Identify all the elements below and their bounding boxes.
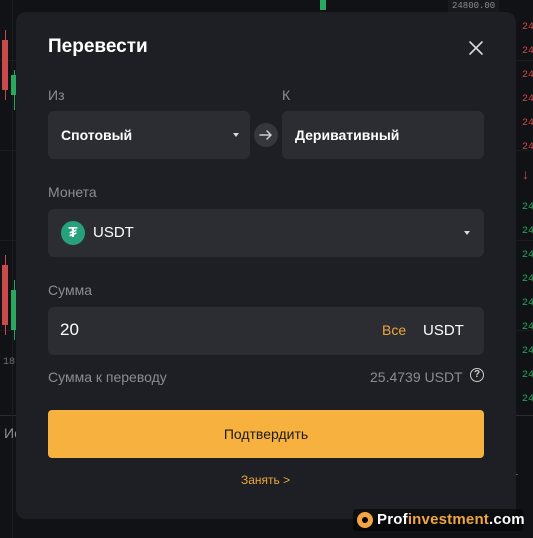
- watermark-suffix: .com: [489, 511, 525, 528]
- price-axis-label: 24: [522, 22, 533, 33]
- watermark-accent: investment: [407, 511, 490, 528]
- price-axis-label: 24: [522, 226, 533, 237]
- watermark: Profinvestment.com: [353, 509, 525, 531]
- transfer-modal: Перевести Из К Спотовый Деривативный Мон…: [16, 12, 516, 519]
- watermark-prefix: Prof: [377, 511, 408, 528]
- price-axis-label: 24: [522, 346, 533, 357]
- transferable-amount-value: 25.4739 USDT: [370, 369, 463, 385]
- watermark-text: Profinvestment.com: [377, 511, 525, 528]
- chevron-down-icon: [233, 133, 239, 137]
- price-axis-label: 24: [522, 70, 533, 81]
- price-axis-label: 24: [522, 46, 533, 57]
- price-axis-label: 24: [522, 202, 533, 213]
- from-label: Из: [48, 87, 65, 103]
- chevron-down-icon: [464, 231, 470, 235]
- amount-label: Сумма: [48, 282, 92, 298]
- price-axis-label: 24: [522, 250, 533, 261]
- price-axis-label: 24: [522, 370, 533, 381]
- swap-arrow-icon[interactable]: [254, 123, 278, 147]
- candle: [2, 40, 8, 90]
- price-axis-label: 24: [522, 118, 533, 129]
- to-label: К: [282, 87, 291, 103]
- price-axis-label: 24: [522, 142, 533, 153]
- max-amount-button[interactable]: Все: [382, 322, 406, 338]
- close-icon[interactable]: [466, 38, 486, 58]
- usdt-icon: ₮: [61, 221, 85, 245]
- confirm-button[interactable]: Подтвердить: [48, 410, 484, 458]
- to-account-value: Деривативный: [295, 127, 400, 143]
- borrow-link[interactable]: Занять >: [241, 473, 290, 487]
- amount-value[interactable]: 20: [60, 320, 79, 340]
- from-account-value: Спотовый: [61, 127, 133, 143]
- help-icon[interactable]: ?: [470, 368, 484, 382]
- to-account-select[interactable]: Деривативный: [282, 111, 484, 159]
- modal-title: Перевести: [48, 36, 148, 57]
- price-axis-label: 24: [522, 394, 533, 405]
- watermark-logo-icon: [357, 512, 373, 528]
- candle: [320, 0, 326, 10]
- amount-input[interactable]: 20 Все USDT: [48, 307, 484, 355]
- current-price-tag: 24800.00: [448, 0, 500, 12]
- coin-label: Монета: [48, 184, 97, 200]
- coin-value: USDT: [93, 224, 134, 241]
- down-arrow-icon: ↓: [522, 166, 529, 182]
- candle: [2, 265, 8, 325]
- transferable-amount-label: Сумма к переводу: [48, 369, 167, 385]
- price-axis-label: 24: [522, 94, 533, 105]
- from-account-select[interactable]: Спотовый: [48, 111, 250, 159]
- price-axis-label: 24: [522, 298, 533, 309]
- coin-select[interactable]: ₮ USDT: [48, 209, 484, 257]
- amount-unit: USDT: [423, 322, 464, 339]
- price-axis-label: 24: [522, 274, 533, 285]
- price-axis-label: 24: [522, 322, 533, 333]
